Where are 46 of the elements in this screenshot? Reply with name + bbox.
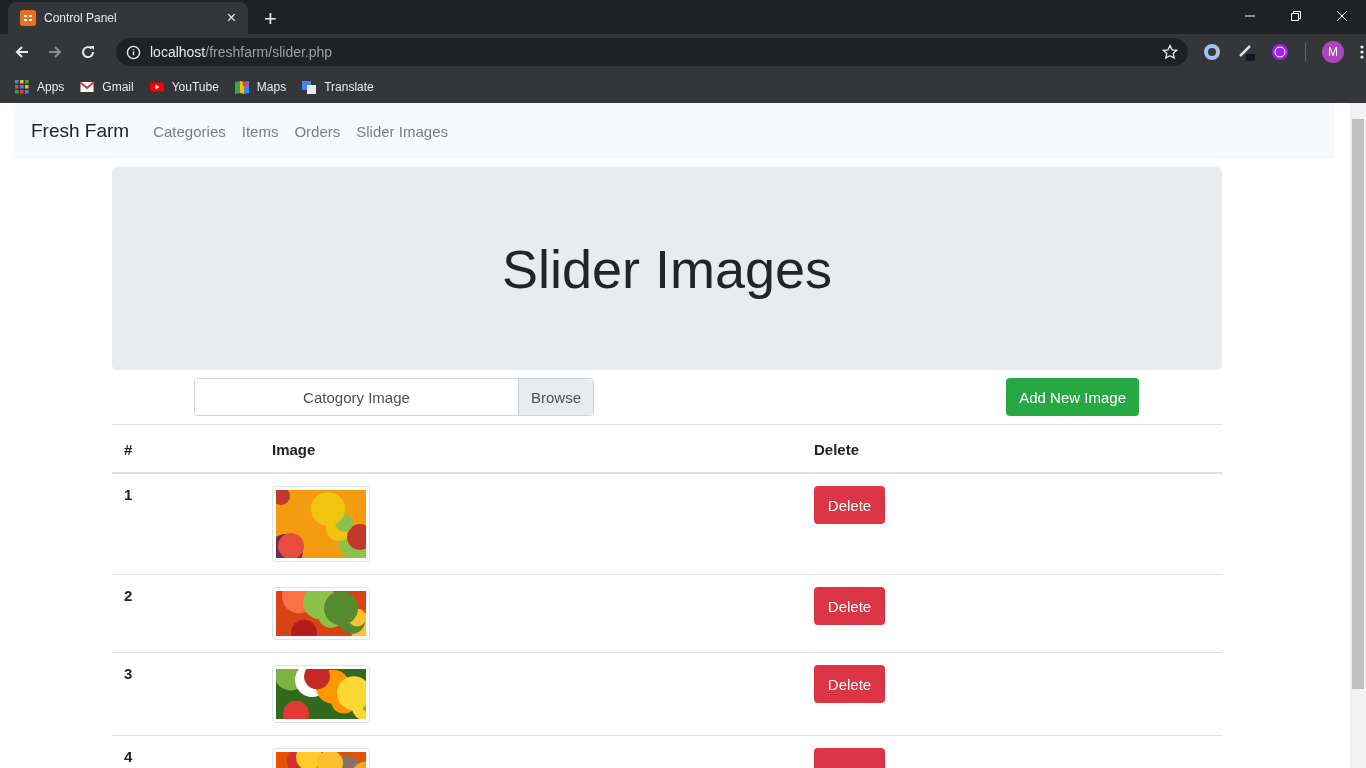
back-icon[interactable]	[14, 44, 30, 60]
row-number: 2	[123, 586, 134, 606]
translate-icon	[302, 79, 317, 94]
browse-button[interactable]: Browse	[517, 379, 593, 415]
restore-icon[interactable]	[1290, 10, 1302, 22]
column-header: Delete	[813, 440, 861, 460]
row-number: 4	[123, 747, 134, 767]
tab-title: Control Panel	[44, 11, 118, 25]
bookmark-link[interactable]: Apps	[15, 79, 65, 94]
row-number: 1	[123, 485, 134, 505]
file-input[interactable]: Catogory Image Browse	[194, 378, 594, 416]
delete-button[interactable]: Delete	[814, 587, 885, 625]
column-header: Image	[271, 440, 317, 460]
star-icon[interactable]	[1162, 44, 1178, 60]
reload-icon[interactable]	[80, 44, 96, 60]
new-tab-button[interactable]: +	[260, 8, 281, 30]
nav-link[interactable]: Orders	[294, 122, 341, 140]
nav-link[interactable]: Categories	[153, 122, 226, 140]
nav-link[interactable]: Items	[241, 122, 279, 140]
bookmark-link[interactable]: Gmail	[80, 79, 134, 94]
pen-icon[interactable]	[1237, 43, 1255, 61]
close-tab-button[interactable]: ×	[224, 9, 238, 27]
forward-icon[interactable]	[47, 44, 63, 60]
page-title: Slider Images	[501, 237, 833, 300]
row-number: 3	[123, 664, 134, 684]
profile-avatar[interactable]: M	[1322, 41, 1344, 63]
browser-tab[interactable]: Control Panel ×	[8, 2, 248, 34]
brand-link[interactable]: Fresh Farm	[31, 120, 130, 142]
scrollbar[interactable]	[1350, 103, 1366, 768]
bookmark-link[interactable]: Maps	[234, 79, 287, 94]
nav-link[interactable]: Slider Images	[356, 122, 448, 140]
grid-icon	[15, 79, 29, 94]
envelope-icon	[80, 79, 95, 94]
column-header: #	[123, 440, 134, 460]
bookmark-link[interactable]: YouTube	[149, 79, 219, 94]
close-icon[interactable]	[1336, 10, 1348, 22]
delete-button[interactable]: Delete	[814, 486, 885, 524]
map-icon	[234, 79, 249, 94]
delete-button[interactable]: Delete	[814, 665, 885, 703]
url-text: localhost/freshfarm/slider.php	[150, 44, 334, 60]
menu-icon[interactable]	[1360, 44, 1364, 60]
info-icon	[126, 44, 141, 60]
ring-icon[interactable]	[1203, 43, 1221, 61]
bookmark-link[interactable]: Translate	[302, 79, 374, 94]
address-bar[interactable]: localhost/freshfarm/slider.php	[116, 38, 1188, 66]
app-icon	[20, 10, 36, 26]
